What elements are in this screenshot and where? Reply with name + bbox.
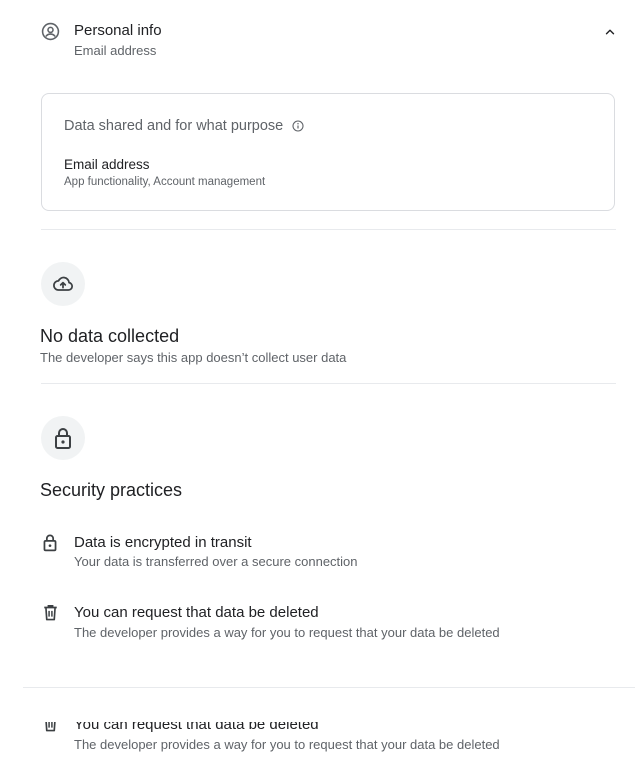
- lock-icon-circle: [41, 416, 85, 460]
- security-item-subtitle: The developer provides a way for you to …: [74, 625, 500, 640]
- divider: [23, 687, 635, 688]
- trash-icon: [45, 722, 56, 732]
- no-data-title: No data collected: [40, 326, 180, 346]
- clipped-item-title: You can request that data be deleted: [74, 722, 319, 732]
- security-item-title: Data is encrypted in transit: [74, 534, 252, 551]
- security-item-title: You can request that data be deleted: [74, 604, 319, 621]
- cloud-upload-icon: [53, 276, 73, 291]
- data-shared-card: Data shared and for what purpose Email a…: [41, 93, 615, 211]
- divider: [41, 383, 616, 384]
- shared-item-title: Email address: [64, 157, 150, 172]
- shared-item-subtitle: App functionality, Account management: [64, 176, 266, 188]
- trash-icon: [44, 605, 57, 621]
- info-icon[interactable]: [292, 120, 304, 132]
- data-shared-title: Data shared and for what purpose: [64, 118, 284, 134]
- lock-icon: [55, 428, 71, 449]
- account-circle-icon: [41, 22, 60, 41]
- cloud-icon-circle: [41, 262, 85, 306]
- clipped-item-subtitle: The developer provides a way for you to …: [74, 737, 500, 752]
- divider: [41, 229, 616, 230]
- personal-info-subtitle: Email address: [74, 43, 157, 58]
- personal-info-title: Personal info: [74, 22, 162, 39]
- security-title: Security practices: [40, 480, 183, 500]
- no-data-subtitle: The developer says this app doesn’t coll…: [40, 350, 347, 365]
- lock-icon: [43, 534, 57, 552]
- chevron-up-icon[interactable]: [603, 25, 617, 39]
- security-item-subtitle: Your data is transferred over a secure c…: [74, 554, 358, 569]
